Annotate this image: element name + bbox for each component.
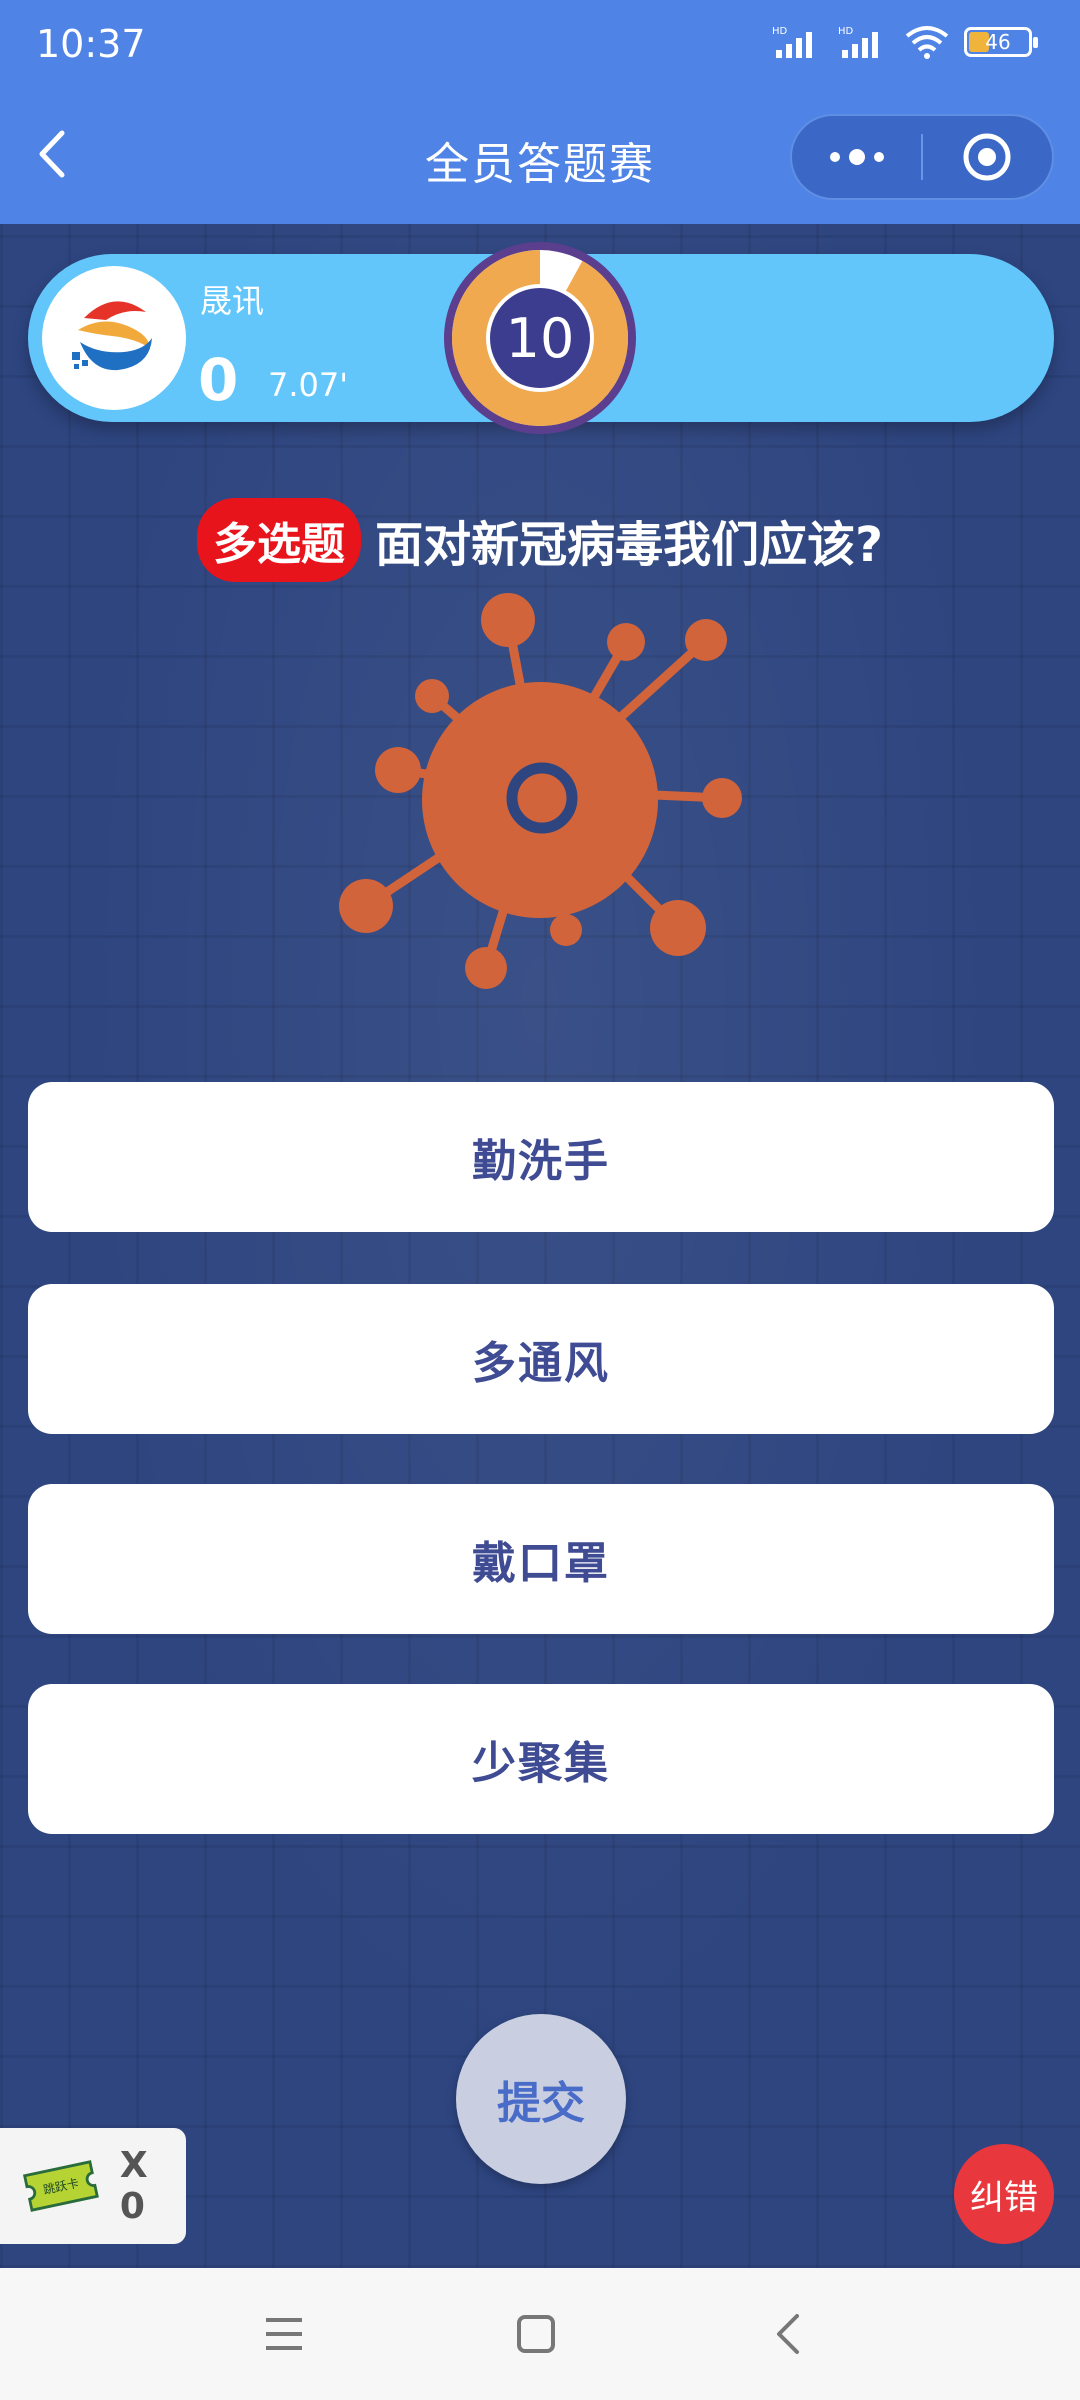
nav-bar: 全员答题赛 <box>0 90 1080 224</box>
more-dots-icon <box>829 149 884 165</box>
option-4[interactable]: 少聚集 <box>28 1684 1054 1834</box>
battery-icon: 46 <box>964 27 1038 57</box>
player-time: 7.07' <box>268 366 349 404</box>
timer-seconds: 10 <box>505 306 575 370</box>
svg-text:HD: HD <box>772 26 788 37</box>
target-icon <box>963 133 1011 181</box>
more-button[interactable] <box>792 147 921 167</box>
player-score: 0 <box>198 346 239 414</box>
player-name: 晟讯 <box>200 282 265 320</box>
ticket-icon: 跳跃卡 <box>22 2160 99 2212</box>
option-2[interactable]: 多通风 <box>28 1284 1054 1434</box>
countdown-timer: 10 <box>442 240 638 436</box>
signal-icon: HD <box>838 26 878 58</box>
signal-icon: HD <box>772 26 812 58</box>
system-nav-bar <box>0 2268 1080 2400</box>
menu-icon <box>266 2318 302 2350</box>
question: 多选题 面对新冠病毒我们应该? <box>0 498 1080 582</box>
status-time: 10:37 <box>36 22 146 66</box>
company-logo <box>72 301 152 371</box>
system-back-button[interactable] <box>758 2304 818 2364</box>
status-icons: HD HD 46 <box>772 24 1038 60</box>
mini-program-capsule <box>790 114 1054 200</box>
back-icon <box>777 2314 799 2354</box>
svg-text:HD: HD <box>838 26 854 37</box>
virus-icon <box>339 593 742 989</box>
skip-card-count: X 0 <box>119 2145 150 2227</box>
submit-button[interactable]: 提交 <box>456 2014 626 2184</box>
square-icon <box>517 2315 555 2353</box>
report-error-button[interactable]: 纠错 <box>954 2144 1054 2244</box>
avatar <box>42 266 186 410</box>
option-1[interactable]: 勤洗手 <box>28 1082 1054 1232</box>
wifi-icon <box>905 26 949 59</box>
option-3[interactable]: 戴口罩 <box>28 1484 1054 1634</box>
close-mini-program-button[interactable] <box>923 132 1052 182</box>
system-home-button[interactable] <box>506 2304 566 2364</box>
skip-card-button[interactable]: 跳跃卡 X 0 <box>0 2128 186 2244</box>
question-type-badge: 多选题 <box>197 498 362 582</box>
question-text: 面对新冠病毒我们应该? <box>375 517 883 573</box>
status-bar: 10:37 HD HD 46 <box>0 0 1080 90</box>
system-menu-button[interactable] <box>254 2304 314 2364</box>
